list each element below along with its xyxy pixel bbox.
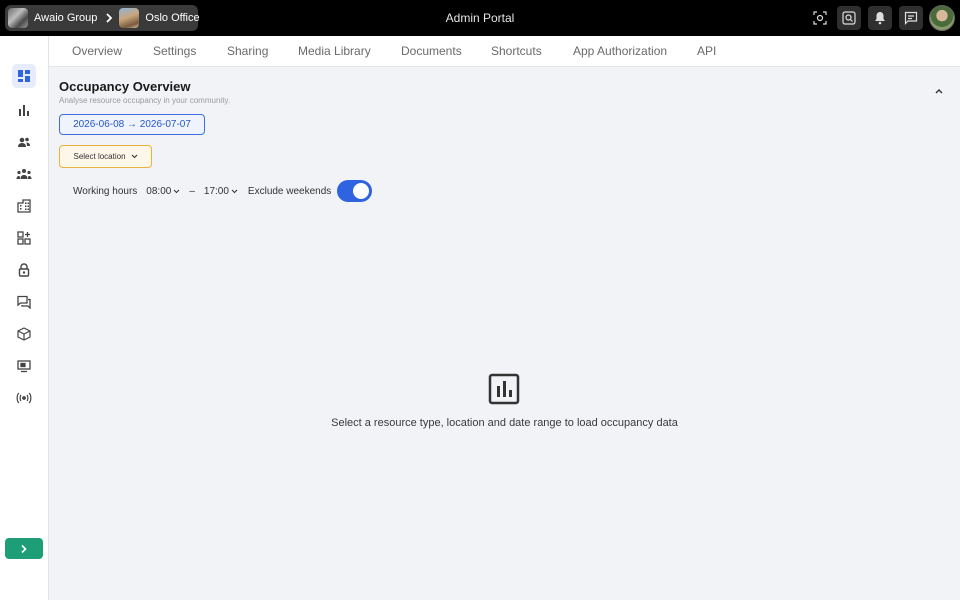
working-hours-label: Working hours (73, 185, 138, 197)
tab-media-library[interactable]: Media Library (298, 36, 371, 67)
sidebar-item-analytics[interactable] (12, 98, 36, 122)
search-icon[interactable] (837, 6, 861, 30)
tab-bar: Overview Settings Sharing Media Library … (49, 36, 960, 67)
sidebar (0, 36, 49, 600)
messages-icon (17, 295, 31, 309)
chevron-down-icon (231, 189, 238, 193)
exclude-weekends-label: Exclude weekends (247, 185, 332, 197)
apps-add-icon (17, 231, 31, 245)
sidebar-item-buildings[interactable] (12, 194, 36, 218)
location-select[interactable]: Select location (59, 145, 152, 168)
sidebar-item-security[interactable] (12, 258, 36, 282)
sidebar-item-users[interactable] (12, 130, 36, 154)
tab-overview[interactable]: Overview (72, 36, 122, 67)
users-icon (18, 137, 30, 147)
tab-documents[interactable]: Documents (401, 36, 462, 67)
page-title: Occupancy Overview (59, 79, 191, 94)
tab-app-authorization[interactable]: App Authorization (573, 36, 667, 67)
start-time-value: 08:00 (146, 185, 172, 197)
site-avatar (119, 8, 140, 28)
bar-chart-icon (19, 105, 29, 116)
sidebar-item-apps[interactable] (12, 226, 36, 250)
chevron-down-icon (131, 154, 137, 159)
date-range-picker[interactable]: 2026-06-08 → 2026-07-07 (59, 114, 205, 135)
dashboard-icon (18, 70, 30, 82)
bell-icon[interactable] (868, 6, 892, 30)
sidebar-item-messages[interactable] (12, 290, 36, 314)
exclude-weekends-toggle[interactable] (337, 180, 373, 202)
chart-icon (488, 373, 520, 405)
sidebar-item-integrations[interactable] (12, 386, 36, 410)
chevron-up-icon (935, 89, 943, 94)
display-icon (17, 360, 31, 373)
building-icon (17, 199, 31, 213)
tab-settings[interactable]: Settings (153, 36, 196, 67)
tab-sharing[interactable]: Sharing (227, 36, 268, 67)
sidebar-item-groups[interactable] (12, 162, 36, 186)
sidebar-item-resources[interactable] (12, 322, 36, 346)
chevron-right-icon (105, 13, 113, 23)
end-time-select[interactable]: 17:00 (204, 186, 238, 197)
page-subtitle: Analyse resource occupancy in your commu… (59, 96, 231, 105)
breadcrumb-site[interactable]: Oslo Office (145, 12, 199, 24)
chat-icon[interactable] (899, 6, 923, 30)
collapse-button[interactable] (930, 82, 948, 100)
tab-shortcuts[interactable]: Shortcuts (491, 36, 542, 67)
chevron-down-icon (173, 189, 180, 193)
org-avatar (8, 8, 28, 28)
main-content: Occupancy Overview Analyse resource occu… (49, 67, 960, 600)
user-avatar[interactable] (929, 5, 955, 31)
time-separator: – (189, 185, 195, 197)
breadcrumb[interactable]: Awaio Group Oslo Office (5, 5, 200, 31)
toggle-knob (353, 183, 370, 199)
broadcast-icon (16, 392, 32, 404)
breadcrumb-org[interactable]: Awaio Group (34, 12, 97, 24)
tab-api[interactable]: API (697, 36, 716, 67)
end-time-value: 17:00 (203, 185, 229, 197)
app-title: Admin Portal (445, 11, 515, 25)
top-bar: Awaio Group Oslo Office Admin Portal (0, 0, 960, 36)
lock-icon (18, 263, 30, 277)
chevron-right-icon (21, 544, 27, 553)
sidebar-item-displays[interactable] (12, 354, 36, 378)
empty-state-message: Select a resource type, location and dat… (331, 417, 678, 429)
location-select-label: Select location (73, 152, 126, 161)
group-icon (16, 169, 32, 179)
sidebar-expand-button[interactable] (5, 538, 43, 559)
package-icon (17, 327, 31, 341)
sidebar-item-dashboard[interactable] (12, 64, 36, 88)
start-time-select[interactable]: 08:00 (146, 186, 180, 197)
working-hours-row: Working hours 08:00 – 17:00 Exclude week… (73, 180, 373, 202)
scan-icon[interactable] (808, 6, 832, 30)
